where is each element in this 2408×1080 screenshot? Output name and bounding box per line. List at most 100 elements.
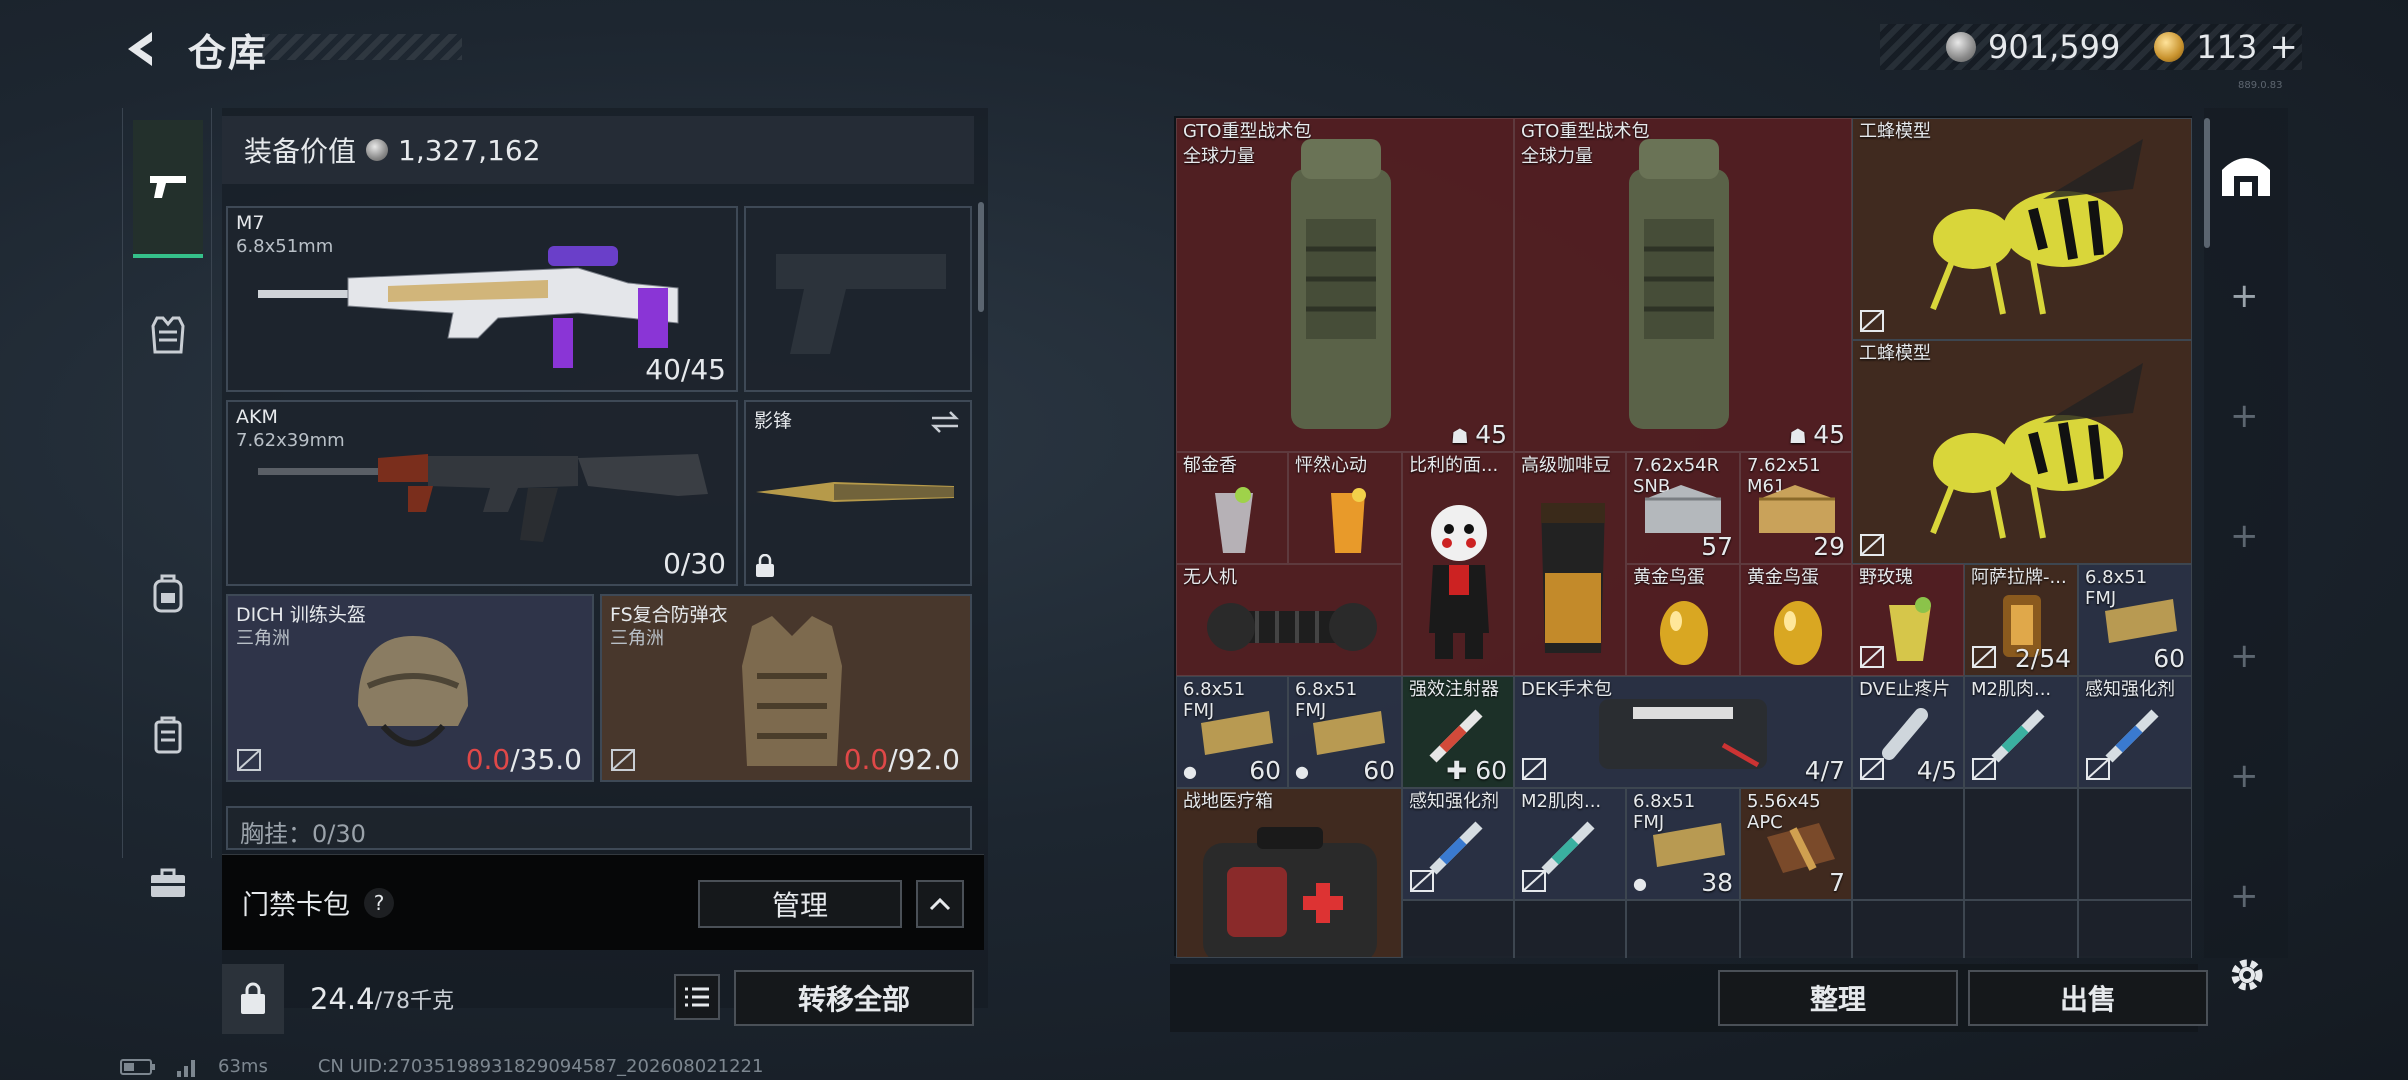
stash-item[interactable]: 7.62x51 M61 29 [1740,452,1852,564]
stash-item[interactable]: GTO重型战术包 全球力量 ☗ 45 [1176,118,1514,452]
manage-button[interactable]: 管理 [698,880,902,928]
lock-icon [756,554,774,577]
tab-armor[interactable] [133,300,203,370]
item-qty: 4/7 [1804,756,1845,785]
primary-weapon-slot[interactable]: M7 6.8x51mm 40/45 [226,206,738,392]
stash-item[interactable]: 感知强化剂 [2078,676,2192,788]
stash-item[interactable]: 野玫瑰 [1852,564,1964,676]
empty-cell[interactable] [1626,900,1740,958]
pistol-silhouette-icon [776,254,946,354]
helmet-slot[interactable]: DICH 训练头盔 三角洲 0.0/35.0 [226,594,594,782]
stash-item[interactable]: 7.62x54R SNB 57 [1626,452,1740,564]
equipment-value-label: 装备价值 [244,135,357,168]
stash-item[interactable]: DEK手术包 4/7 [1514,676,1852,788]
add-stash-tab-button[interactable]: + [2230,276,2259,316]
equipment-scrollbar[interactable] [978,202,984,312]
item-name: 7.62x51 [1747,455,1821,476]
battery-icon [120,1058,155,1075]
chevron-up-icon [929,897,951,911]
item-name: 战地医疗箱 [1183,791,1273,812]
no-insure-icon [1522,870,1546,892]
stash-item[interactable]: DVE止疼片 4/5 [1852,676,1964,788]
stash-item[interactable]: 战地医疗箱 [1176,788,1402,958]
armor-slot[interactable]: FS复合防弹衣 三角洲 0.0/92.0 [600,594,972,782]
weight-lock[interactable] [222,964,284,1034]
empty-cell[interactable] [1964,788,2078,900]
empty-cell[interactable] [1402,900,1514,958]
stash-scrollbar[interactable] [2204,118,2210,248]
transfer-all-button[interactable]: 转移全部 [734,970,974,1026]
empty-cell[interactable] [1514,900,1626,958]
no-insure-icon [611,749,635,771]
sell-button[interactable]: 出售 [1968,970,2208,1026]
empty-cell[interactable] [2078,788,2192,900]
item-name: M2肌肉... [1971,679,2052,700]
item-qty: 7 [1829,868,1845,897]
empty-cell[interactable] [1740,900,1852,958]
swap-icon[interactable] [930,410,960,434]
item-name: 6.8x51 [1183,679,1246,700]
stash-item[interactable]: M2肌肉... [1514,788,1626,900]
stash-item[interactable]: 高级咖啡豆 [1514,452,1626,676]
item-qty: ✚ 60 [1446,756,1507,785]
ammo-box-icon [1645,485,1721,533]
stash-item[interactable]: 6.8x51 FMJ ● 38 [1626,788,1740,900]
pistol-icon [150,176,186,198]
stash-item[interactable]: 感知强化剂 [1402,788,1514,900]
ammo-box-icon [1201,711,1273,755]
weapon-ammo: 40/45 [645,353,726,386]
armor-name: FS复合防弹衣 [610,604,728,626]
settings-button[interactable] [2226,954,2268,1000]
back-button[interactable] [118,26,164,72]
stash-item[interactable]: 5.56x45 APC 7 [1740,788,1852,900]
sort-button[interactable]: 整理 [1718,970,1958,1026]
stash-item[interactable]: 6.8x51 FMJ ● 60 [1176,676,1288,788]
add-stash-tab-button[interactable]: + [2230,756,2259,796]
help-button[interactable]: ? [364,887,394,918]
pistol-slot[interactable] [744,206,972,392]
stash-item[interactable]: 黄金鸟蛋 [1626,564,1740,676]
empty-cell[interactable] [1852,900,1964,958]
stash-item[interactable]: 6.8x51 FMJ 60 [2078,564,2192,676]
stash-item[interactable]: M2肌肉... [1964,676,2078,788]
chest-rig-row[interactable]: 胸挂：0/30 [226,806,972,850]
stash-item[interactable]: GTO重型战术包 全球力量 ☗ 45 [1514,118,1852,452]
no-insure-icon [1860,310,1884,332]
empty-cell[interactable] [1964,900,2078,958]
tab-weapons[interactable] [133,120,203,258]
no-insure-icon [1410,870,1434,892]
stash-item[interactable]: 无人机 [1176,564,1402,676]
stash-item[interactable]: 6.8x51 FMJ ● 60 [1288,676,1402,788]
list-icon [685,987,709,1007]
empty-cell[interactable] [2078,900,2192,958]
item-name: 怦然心动 [1295,455,1367,476]
stash-item[interactable]: 阿萨拉牌-... 2/54 [1964,564,2078,676]
list-view-button[interactable] [674,974,720,1020]
melee-slot[interactable]: 影锋 [744,400,972,586]
tab-backpacks[interactable] [133,558,203,628]
stash-item[interactable]: 强效注射器 ✚ 60 [1402,676,1514,788]
empty-cell[interactable] [1852,788,1964,900]
chest-rig-icon [154,716,182,754]
stash-item[interactable]: 怦然心动 [1288,452,1402,564]
item-name: 高级咖啡豆 [1521,455,1611,476]
stash-item[interactable]: 工蜂模型 [1852,340,2192,564]
stash-item[interactable]: 比利的面... [1402,452,1514,676]
helmet-map: 三角洲 [236,628,290,649]
collapse-button[interactable] [916,880,964,928]
stash-item[interactable]: 黄金鸟蛋 [1740,564,1852,676]
stash-item[interactable]: 郁金香 [1176,452,1288,564]
add-stash-tab-button[interactable]: + [2230,876,2259,916]
add-stash-tab-button[interactable]: + [2230,516,2259,556]
add-stash-tab-button[interactable]: + [2230,396,2259,436]
item-qty: 57 [1701,532,1733,561]
add-currency-button[interactable]: + [2269,27,2298,67]
tab-chest-rig[interactable] [133,700,203,770]
secondary-weapon-slot[interactable]: AKM 7.62x39mm 0/30 [226,400,738,586]
stash-tab-main[interactable] [2218,150,2274,204]
tab-secure-case[interactable] [133,848,203,918]
syringe-icon [1991,709,2045,763]
add-stash-tab-button[interactable]: + [2230,636,2259,676]
ammo-box-icon [1759,485,1835,533]
stash-item[interactable]: 工蜂模型 [1852,118,2192,340]
